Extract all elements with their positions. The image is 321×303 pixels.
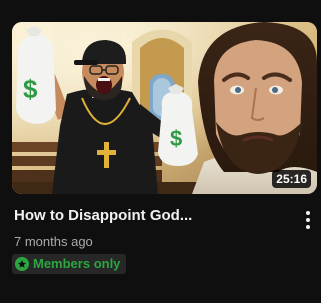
more-vert-icon-dot — [306, 225, 310, 229]
video-thumbnail[interactable]: $ $ 25:16 — [12, 22, 317, 194]
duration-badge: 25:16 — [272, 170, 311, 188]
video-title[interactable]: How to Disappoint God... — [14, 206, 284, 226]
dollar-sign-right: $ — [170, 126, 182, 151]
badge-label: Members only — [33, 256, 121, 271]
more-options-button[interactable] — [298, 208, 318, 232]
published-time: 7 months ago — [14, 234, 93, 249]
star-icon — [15, 257, 29, 271]
video-card[interactable]: $ $ 25:16 How to Disappoint God... 7 mon… — [0, 0, 321, 303]
more-vert-icon-dot — [306, 218, 310, 222]
thumbnail-image: $ $ — [12, 22, 317, 194]
more-vert-icon — [306, 211, 310, 215]
dollar-sign-left: $ — [23, 74, 38, 104]
members-only-badge: Members only — [12, 254, 127, 274]
